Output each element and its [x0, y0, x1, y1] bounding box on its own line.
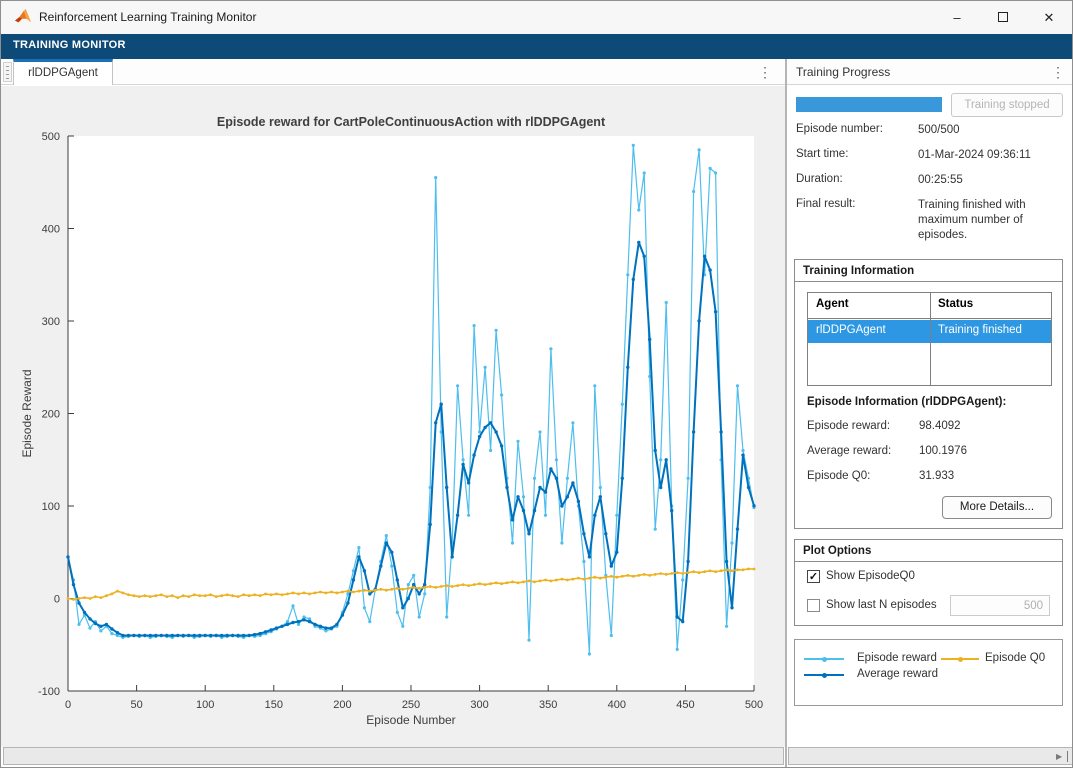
training-information-group: Training Information Agent Status rlDDPG…	[794, 259, 1063, 529]
window-title: Reinforcement Learning Training Monitor	[39, 10, 256, 24]
legend-label: Episode reward	[857, 652, 937, 664]
svg-text:Episode Reward: Episode Reward	[20, 369, 34, 457]
more-details-button[interactable]: More Details...	[942, 496, 1052, 519]
plot-options-title: Plot Options	[795, 540, 1062, 562]
svg-text:400: 400	[42, 224, 60, 236]
training-progress-fill	[796, 97, 942, 112]
episode-q0-row: Episode Q0: 31.933	[807, 470, 870, 482]
figure-panel: rlDDPGAgent ⋮ 0 50 100 150 200 250 300 350 400 45…	[1, 59, 785, 768]
svg-text:300: 300	[470, 699, 488, 711]
toolstrip-tab-training-monitor[interactable]: TRAINING MONITOR	[13, 39, 126, 51]
legend-item-episode-reward: Episode reward	[804, 652, 934, 666]
svg-text:50: 50	[130, 699, 142, 711]
plot-options-group: Plot Options ✓ Show EpisodeQ0 Show last …	[794, 539, 1063, 626]
svg-text:300: 300	[42, 316, 60, 328]
start-time-value: 01-Mar-2024 09:36:11	[918, 148, 1066, 163]
svg-text:200: 200	[333, 699, 351, 711]
final-result-value: Training finished with maximum number of…	[918, 198, 1066, 243]
training-plot[interactable]: 0 50 100 150 200 250 300 350 400 450 500 -100 0 100 20…	[1, 86, 785, 747]
svg-text:Episode Number: Episode Number	[366, 713, 455, 727]
episode-q0-value: 31.933	[919, 470, 954, 482]
episode-q0-line-icon	[941, 658, 979, 660]
legend-item-episode-q0: Episode Q0	[941, 652, 1061, 666]
minimize-button[interactable]: –	[934, 1, 980, 34]
chart-legend: Episode reward Average reward Episode Q0	[794, 639, 1063, 706]
maximize-icon	[998, 12, 1008, 22]
average-reward-row: Average reward: 100.1976	[807, 445, 891, 457]
app-window: Reinforcement Learning Training Monitor …	[0, 0, 1073, 768]
status-column-header: Status	[938, 298, 973, 310]
episode-q0-label: Episode Q0:	[807, 470, 870, 482]
episode-reward-row: Episode reward: 98.4092	[807, 420, 890, 432]
average-reward-value: 100.1976	[919, 445, 967, 457]
svg-text:100: 100	[196, 699, 214, 711]
close-button[interactable]: ✕	[1026, 1, 1072, 34]
figure-hscrollbar[interactable]	[3, 747, 784, 765]
show-last-n-label: Show last N episodes	[826, 599, 937, 611]
duration-value: 00:25:55	[918, 173, 1066, 188]
svg-text:350: 350	[539, 699, 557, 711]
svg-text:100: 100	[42, 501, 60, 513]
main-area: rlDDPGAgent ⋮ 0 50 100 150 200 250 300 350 400 45…	[1, 59, 1073, 768]
episode-information-title: Episode Information (rlDDPGAgent):	[807, 396, 1006, 408]
agent-column-header: Agent	[816, 298, 849, 310]
scroll-end-icon[interactable]: ▶	[1056, 751, 1068, 762]
average-reward-line-icon	[804, 674, 844, 676]
tab-rlddpgagent[interactable]: rlDDPGAgent	[13, 59, 113, 85]
title-bar: Reinforcement Learning Training Monitor …	[1, 1, 1072, 34]
figure-panel-menu-icon[interactable]: ⋮	[757, 62, 773, 82]
panel-grip-icon[interactable]	[3, 62, 12, 82]
svg-text:500: 500	[42, 131, 60, 143]
show-episodeq0-label: Show EpisodeQ0	[826, 570, 915, 582]
toolstrip: TRAINING MONITOR	[1, 34, 1072, 59]
matlab-icon	[14, 8, 32, 26]
figure-panel-header: rlDDPGAgent ⋮	[1, 59, 785, 85]
table-column-divider	[930, 293, 931, 385]
agent-cell: rlDDPGAgent	[816, 324, 886, 336]
maximize-button[interactable]	[980, 1, 1026, 34]
episode-reward-line-icon	[804, 658, 844, 660]
svg-text:400: 400	[608, 699, 626, 711]
svg-text:500: 500	[745, 699, 763, 711]
average-reward-label: Average reward:	[807, 445, 891, 457]
training-stopped-button[interactable]: Training stopped	[951, 93, 1063, 117]
status-cell: Training finished	[938, 324, 1022, 336]
start-time-label: Start time:	[796, 148, 848, 160]
training-progress-bar	[796, 97, 942, 112]
svg-text:150: 150	[265, 699, 283, 711]
episode-reward-label: Episode reward:	[807, 420, 890, 432]
training-progress-header: Training Progress ⋮	[787, 59, 1073, 85]
svg-text:-100: -100	[38, 686, 60, 698]
episode-reward-value: 98.4092	[919, 420, 961, 432]
duration-label: Duration:	[796, 173, 843, 185]
show-episodeq0-checkbox[interactable]: ✓	[807, 570, 820, 583]
agent-status-table: Agent Status rlDDPGAgent Training finish…	[807, 292, 1052, 386]
legend-label: Episode Q0	[985, 652, 1045, 664]
show-last-n-checkbox[interactable]	[807, 599, 820, 612]
episode-number-label: Episode number:	[796, 123, 883, 135]
training-progress-panel: Training Progress ⋮ Training stopped Epi…	[787, 59, 1073, 768]
training-progress-title: Training Progress	[796, 65, 890, 79]
svg-text:0: 0	[54, 594, 60, 606]
training-information-title: Training Information	[795, 260, 1062, 282]
svg-text:Episode reward for CartPoleCon: Episode reward for CartPoleContinuousAct…	[217, 115, 606, 129]
episode-reward-chart[interactable]: 0 50 100 150 200 250 300 350 400 450 500 -100 0 100 20…	[1, 86, 785, 747]
last-n-episodes-input[interactable]	[950, 595, 1050, 616]
svg-text:450: 450	[676, 699, 694, 711]
svg-text:0: 0	[65, 699, 71, 711]
legend-item-average-reward: Average reward	[804, 668, 934, 682]
svg-text:250: 250	[402, 699, 420, 711]
training-progress-menu-icon[interactable]: ⋮	[1050, 62, 1066, 82]
panel-hscrollbar[interactable]: ▶	[788, 747, 1073, 765]
legend-label: Average reward	[857, 668, 938, 680]
svg-text:200: 200	[42, 409, 60, 421]
episode-number-value: 500/500	[918, 123, 1066, 138]
final-result-label: Final result:	[796, 198, 855, 210]
